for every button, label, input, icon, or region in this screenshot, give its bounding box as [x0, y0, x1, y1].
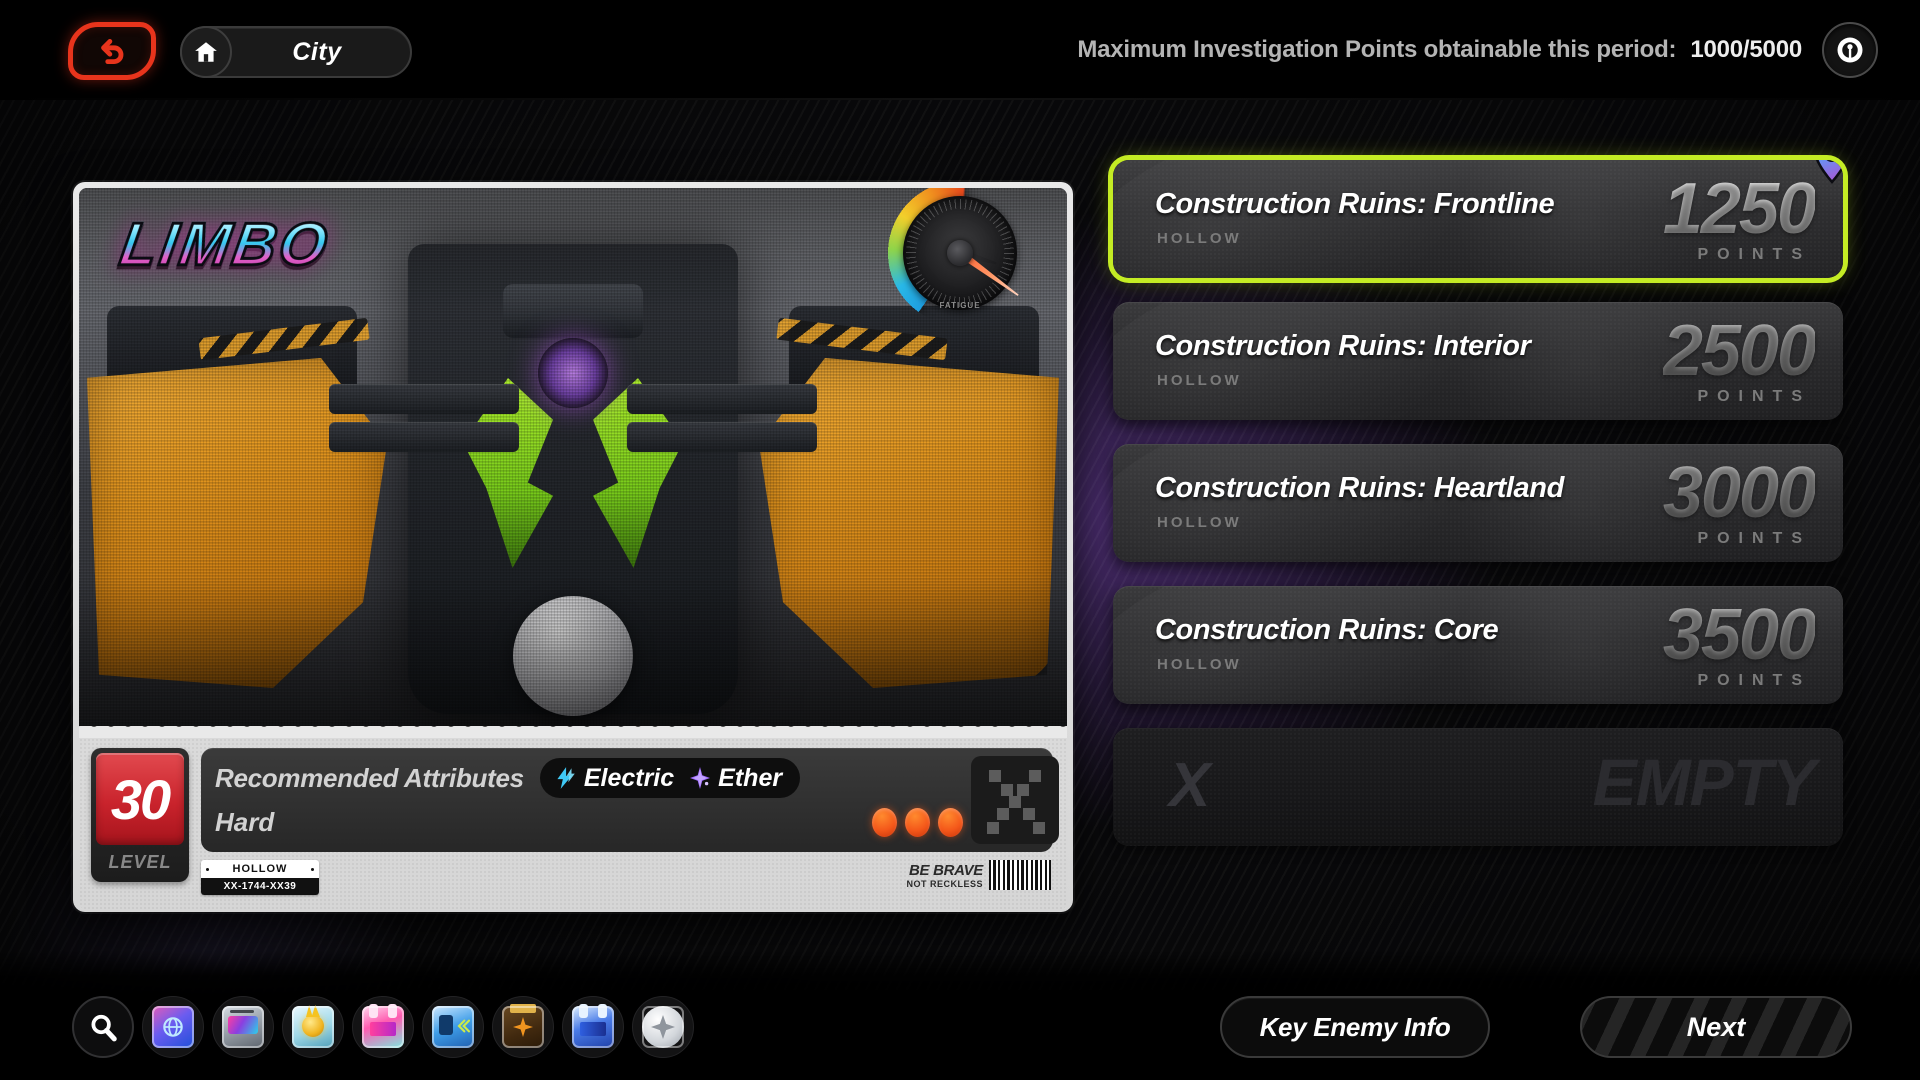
- four-point-star-icon: [690, 767, 711, 789]
- attributes-chip: Electric Ether: [539, 758, 801, 798]
- brown-pouch-icon: [502, 1004, 544, 1048]
- barcode-icon: [989, 860, 1051, 890]
- attribute-name-electric: Electric: [583, 763, 675, 792]
- difficulty-dot: [872, 807, 897, 837]
- level-badge: 30 LEVEL: [91, 748, 189, 882]
- difficulty-dot: [938, 807, 963, 837]
- toolbar-item-brown-pouch[interactable]: [492, 996, 554, 1058]
- mission-title: Construction Ruins: Heartland: [1155, 472, 1564, 504]
- mission-faction: HOLLOW: [1157, 656, 1242, 673]
- investigation-points-value: 1000/5000: [1690, 36, 1802, 63]
- toolbar-item-currency-coin[interactable]: [282, 996, 344, 1058]
- mission-card-empty: X EMPTY: [1113, 728, 1843, 846]
- plate-top-row: HOLLOW: [201, 860, 319, 878]
- mission-title: Construction Ruins: Interior: [1155, 330, 1531, 362]
- gauge-hub: [947, 240, 973, 266]
- mission-faction: HOLLOW: [1157, 372, 1242, 389]
- card-perforation: [79, 726, 1067, 738]
- key-enemy-info-label: Key Enemy Info: [1259, 1011, 1451, 1042]
- investigation-points-status: Maximum Investigation Points obtainable …: [1077, 30, 1802, 70]
- toolbar-item-white-emblem[interactable]: [632, 996, 694, 1058]
- network-agent-icon: [152, 1006, 194, 1048]
- key-enemy-info-button[interactable]: Key Enemy Info: [1220, 996, 1490, 1058]
- mission-title: Construction Ruins: Core: [1155, 614, 1499, 646]
- stage-artwork: LIMBO FATIGUE: [79, 188, 1067, 726]
- next-label: Next: [1686, 1011, 1746, 1042]
- next-button[interactable]: Next: [1580, 996, 1852, 1058]
- mission-title: Construction Ruins: Frontline: [1155, 188, 1555, 220]
- toolbar-item-blue-badge[interactable]: [422, 996, 484, 1058]
- blue-badge-icon: [432, 1006, 474, 1048]
- stage-logo: LIMBO: [114, 210, 336, 280]
- mission-card-interior[interactable]: Construction Ruins: Interior HOLLOW 2500…: [1113, 302, 1843, 420]
- mission-card-core[interactable]: Construction Ruins: Core HOLLOW 3500 POI…: [1113, 586, 1843, 704]
- slogan-block: BE BRAVE NOT RECKLESS: [906, 860, 1053, 890]
- attribute-name-ether: Ether: [718, 763, 783, 792]
- gauge-label: FATIGUE: [939, 301, 981, 310]
- slogan-line-2: NOT RECKLESS: [906, 878, 983, 889]
- stage-card-info: 30 LEVEL Recommended Attributes Electric: [79, 738, 1067, 910]
- back-button[interactable]: [68, 22, 156, 80]
- mission-list: Construction Ruins: Frontline HOLLOW 125…: [1113, 160, 1843, 870]
- empty-label: EMPTY: [1592, 745, 1816, 819]
- mission-points-label: POINTS: [1697, 672, 1811, 689]
- tablet-device-icon: [222, 1006, 264, 1048]
- artwork-bottom-shade: [79, 576, 1067, 726]
- mission-faction: HOLLOW: [1157, 514, 1242, 531]
- search-icon: [91, 1014, 117, 1042]
- quick-access-toolbar: [72, 996, 694, 1058]
- search-button[interactable]: [72, 996, 134, 1058]
- difficulty-dot: [905, 807, 930, 837]
- blue-agent-card-icon: [572, 1004, 614, 1048]
- speedometer-gauge-icon: FATIGUE: [885, 188, 1035, 328]
- currency-coin-icon: [292, 1005, 334, 1048]
- attributes-panel: Recommended Attributes Electric Ether Ha…: [201, 748, 1059, 852]
- toolbar-item-tablet-device[interactable]: [212, 996, 274, 1058]
- map-pin-icon: [1816, 160, 1843, 184]
- level-label: LEVEL: [108, 852, 172, 872]
- toolbar-item-pink-agent-card[interactable]: [352, 996, 414, 1058]
- white-emblem-icon: [642, 1006, 684, 1048]
- bottom-bar: Key Enemy Info Next: [0, 950, 1920, 1080]
- home-icon: [180, 26, 232, 78]
- mission-points: 3000: [1662, 453, 1817, 533]
- x-pattern-code-icon: [971, 756, 1059, 844]
- mission-points-label: POINTS: [1697, 530, 1811, 547]
- mission-faction: HOLLOW: [1157, 230, 1242, 247]
- recommended-attributes-label: Recommended Attributes: [215, 762, 524, 793]
- mission-points: 2500: [1662, 311, 1817, 391]
- help-button[interactable]: [1822, 22, 1878, 78]
- location-label: City: [292, 37, 342, 66]
- toolbar-item-network-agent[interactable]: [142, 996, 204, 1058]
- level-value: 30: [96, 753, 184, 845]
- difficulty-label: Hard: [215, 806, 275, 837]
- top-bar: City Maximum Investigation Points obtain…: [0, 0, 1920, 100]
- plate-faction: HOLLOW: [232, 863, 288, 875]
- mission-points: 1250: [1662, 169, 1817, 249]
- pink-agent-card-icon: [362, 1004, 404, 1048]
- mission-points-label: POINTS: [1697, 246, 1811, 263]
- mission-points: 3500: [1662, 595, 1817, 675]
- help-clock-icon: [1837, 37, 1863, 63]
- empty-x-mark: X: [1169, 751, 1211, 820]
- lightning-bolt-icon: [557, 767, 575, 789]
- slogan-line-1: BE BRAVE: [909, 861, 983, 879]
- location-breadcrumb[interactable]: City: [180, 26, 412, 78]
- plate-serial: XX-1744-XX39: [201, 878, 319, 895]
- mission-card-frontline[interactable]: Construction Ruins: Frontline HOLLOW 125…: [1113, 160, 1843, 278]
- back-arrow-icon: [101, 39, 124, 65]
- mission-points-label: POINTS: [1697, 388, 1811, 405]
- mission-card-heartland[interactable]: Construction Ruins: Heartland HOLLOW 300…: [1113, 444, 1843, 562]
- license-plate: HOLLOW XX-1744-XX39: [201, 860, 319, 895]
- stage-card[interactable]: LIMBO FATIGUE 30 LEVEL Recommended Attri…: [73, 182, 1073, 912]
- toolbar-item-blue-agent-card[interactable]: [562, 996, 624, 1058]
- investigation-points-label: Maximum Investigation Points obtainable …: [1077, 36, 1677, 63]
